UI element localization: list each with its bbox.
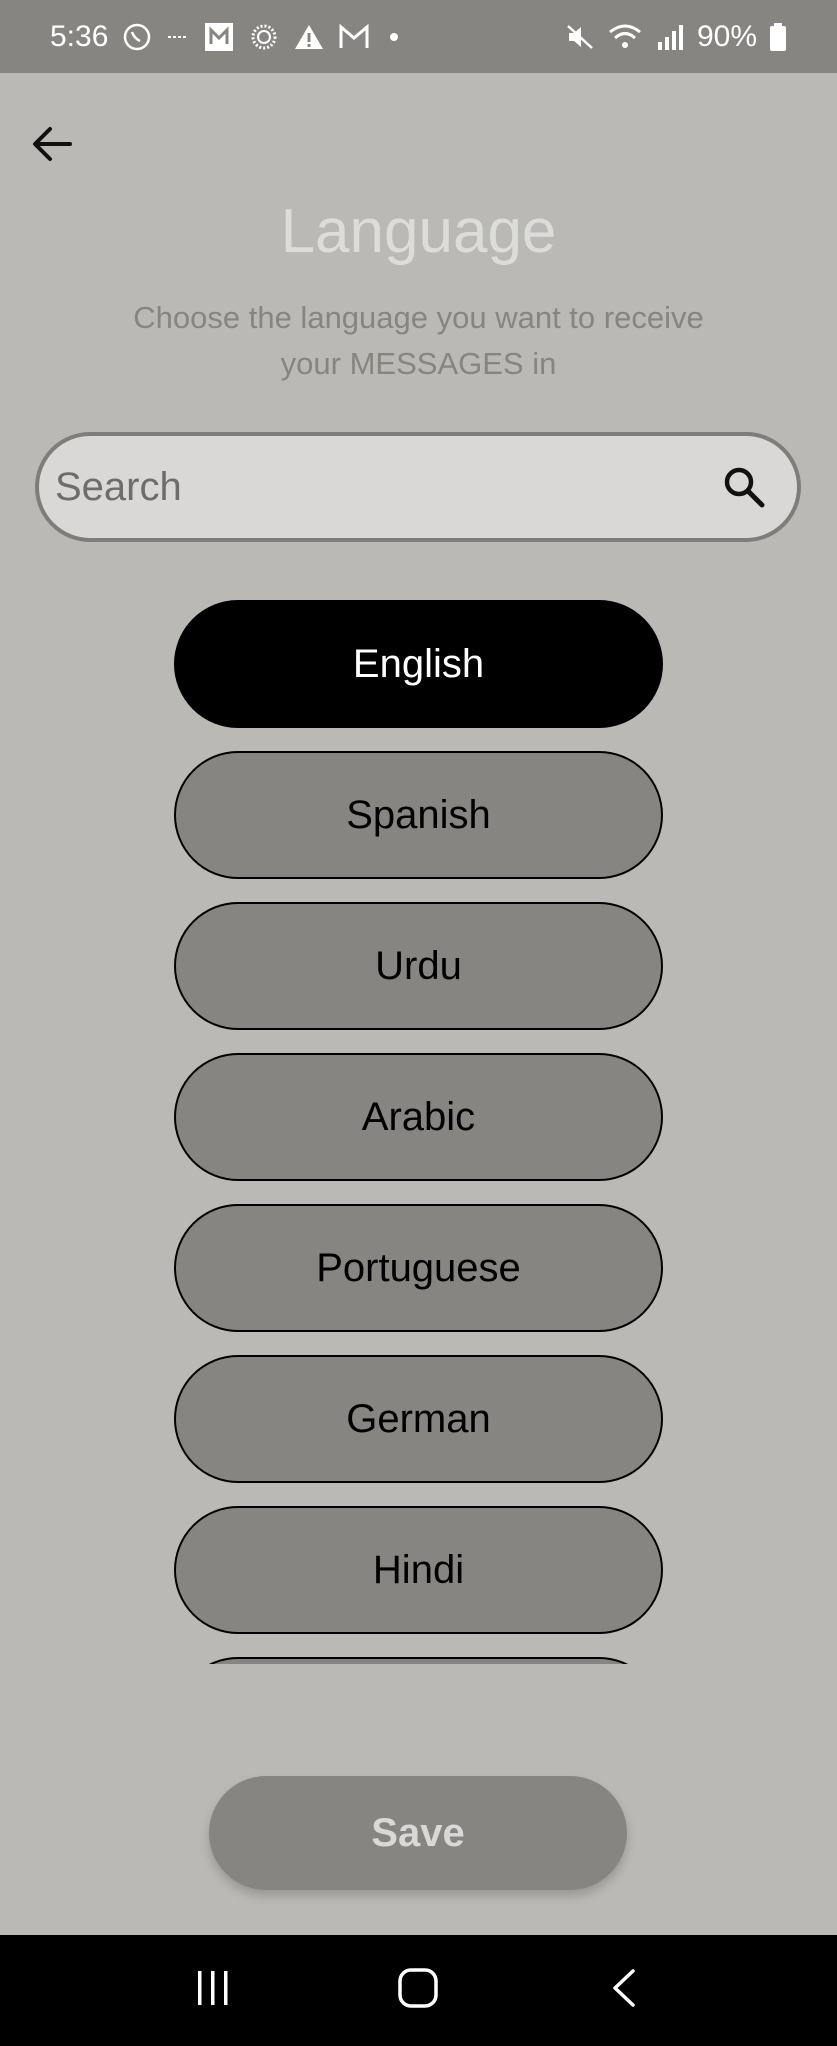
language-option-english[interactable]: English bbox=[174, 600, 663, 728]
language-option-spanish[interactable]: Spanish bbox=[174, 751, 663, 879]
save-label: Save bbox=[371, 1810, 465, 1855]
battery-percent: 90% bbox=[696, 19, 757, 53]
language-option-arabic[interactable]: Arabic bbox=[174, 1053, 663, 1181]
search-icon[interactable] bbox=[721, 464, 767, 510]
search-input[interactable] bbox=[55, 464, 721, 510]
page-subtitle: Choose the language you want to receive … bbox=[133, 300, 704, 381]
battery-icon bbox=[769, 22, 787, 52]
recent-apps-icon bbox=[193, 1969, 233, 2012]
language-list[interactable]: English Spanish Urdu Arabic Portuguese G… bbox=[174, 600, 663, 1664]
language-label: Spanish bbox=[346, 792, 491, 837]
m-icon bbox=[204, 22, 234, 52]
mute-icon bbox=[565, 22, 595, 52]
language-option-urdu[interactable]: Urdu bbox=[174, 902, 663, 1030]
whatsapp-icon bbox=[122, 22, 152, 52]
nav-back-button[interactable] bbox=[579, 1946, 669, 2036]
recent-apps-button[interactable] bbox=[168, 1946, 258, 2036]
signal-icon bbox=[655, 22, 685, 52]
status-bar: 5:36 90% bbox=[0, 0, 837, 73]
status-left: 5:36 bbox=[50, 20, 404, 54]
language-option-partial[interactable] bbox=[174, 1657, 663, 1664]
back-icon bbox=[609, 1967, 639, 2014]
status-right: 90% bbox=[565, 20, 787, 54]
language-option-hindi[interactable]: Hindi bbox=[174, 1506, 663, 1634]
dot-icon bbox=[384, 27, 404, 47]
save-button[interactable]: Save bbox=[209, 1776, 627, 1890]
home-icon bbox=[397, 1967, 439, 2014]
arrow-left-icon bbox=[30, 124, 74, 169]
language-label: Arabic bbox=[361, 1094, 476, 1139]
language-option-portuguese[interactable]: Portuguese bbox=[174, 1204, 663, 1332]
search-bar bbox=[35, 432, 801, 542]
gmail-icon bbox=[338, 23, 370, 50]
language-label: German bbox=[346, 1396, 491, 1441]
back-button[interactable] bbox=[24, 118, 80, 174]
wifi-icon bbox=[607, 22, 643, 52]
warning-icon bbox=[294, 23, 324, 51]
language-label: English bbox=[352, 641, 485, 686]
navigation-bar bbox=[0, 1935, 837, 2046]
page-title: Language bbox=[280, 197, 557, 266]
status-time: 5:36 bbox=[50, 19, 109, 53]
sun-icon bbox=[248, 21, 280, 53]
language-option-german[interactable]: German bbox=[174, 1355, 663, 1483]
home-button[interactable] bbox=[373, 1946, 463, 2036]
dash-icon bbox=[166, 22, 190, 52]
language-label: Hindi bbox=[372, 1547, 465, 1592]
language-label: Portuguese bbox=[316, 1245, 521, 1290]
language-label: Urdu bbox=[375, 943, 462, 988]
